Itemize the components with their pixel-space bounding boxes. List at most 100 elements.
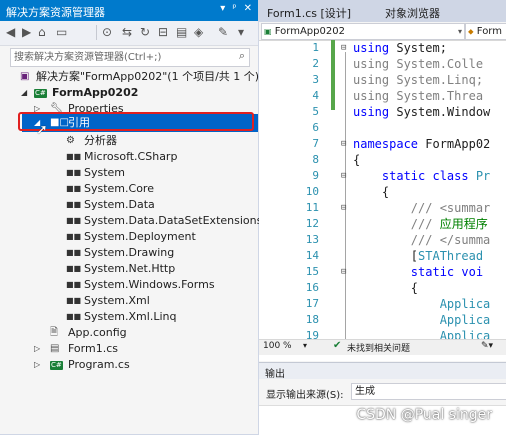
reference-item[interactable]: ■■ System.Xml [0,293,258,309]
csharp-project-icon: C# [34,89,47,98]
reference-item[interactable]: ■■ System.Core [0,181,258,197]
code-line[interactable]: 3 using System.Linq; [259,72,506,88]
line-number: 7 [312,137,319,150]
forward-icon[interactable]: ▶ [22,25,31,39]
show-all-files-icon[interactable]: ▤ [176,25,187,39]
brush-icon[interactable]: ✎▾ [481,341,493,351]
output-title: 输出 [265,369,285,380]
back-icon[interactable]: ◀ [6,25,15,39]
fold-toggle-icon[interactable]: ⊟ [341,200,346,216]
code-line[interactable]: 2 using System.Colle [259,56,506,72]
tree-analyzers[interactable]: ⚙ 分析器 [0,133,258,149]
code-area[interactable]: 1 ⊟ using System; 2 using System.Colle 3 using… [259,40,506,340]
tree-project[interactable]: ◢ C# FormApp0202 [0,85,258,101]
fold-toggle-icon[interactable]: ⊟ [341,264,346,280]
code-line[interactable]: 11 ⊟ /// <summar [259,200,506,216]
collapse-all-icon[interactable]: ⊟ [158,25,168,39]
code-token: static voi [410,265,484,279]
code-line[interactable]: 16 { [259,280,506,296]
code-line[interactable]: 8{ [259,152,506,168]
reference-item[interactable]: ■■ System.Xml.Linq [0,309,258,325]
reference-item[interactable]: ■■ System.Net.Http [0,261,258,277]
tree-program[interactable]: ▷ C# Program.cs [0,357,258,373]
collapse-arrow-icon[interactable]: ◢ [21,85,27,101]
tree-form1[interactable]: ▷ ▤ Form1.cs [0,341,258,357]
tab-form1-design[interactable]: Form1.cs [设计] [267,5,351,21]
zoom-chevron-icon[interactable]: ▾ [303,341,307,350]
reference-icon: ■■ [66,216,82,225]
code-line[interactable]: 9 ⊟ static class Pr [259,168,506,184]
search-input[interactable] [14,50,214,64]
code-line[interactable]: 5 using System.Window [259,104,506,120]
zoom-level[interactable]: 100 % [263,341,292,351]
reference-label: System.Windows.Forms [84,278,215,291]
fold-toggle-icon[interactable]: ⊟ [341,40,346,56]
tree-solution[interactable]: ▣ 解决方案"FormApp0202"(1 个项目/共 1 个) [0,69,259,85]
pin-icon[interactable]: ᵖ [232,3,236,14]
reference-icon: ■■ [66,296,82,305]
reference-label: System.Xml [84,294,150,307]
search-icon[interactable]: ⌕ [239,49,245,63]
toolbar-separator [96,25,97,40]
reference-item[interactable]: ■■ System.Data.DataSetExtensions [0,213,262,229]
close-icon[interactable]: ✕ [244,3,252,14]
line-number: 12 [305,217,319,230]
reference-icon: ■■ [66,152,82,161]
reference-icon: ■■ [66,168,82,177]
sync-icon[interactable]: ⇆ [122,25,132,39]
config-file-icon: 🗎︎ [50,327,59,338]
code-line[interactable]: 6 [259,120,506,136]
expand-arrow-icon[interactable]: ▷ [34,341,40,357]
reference-item[interactable]: ■■ System [0,165,258,181]
code-line[interactable]: 17 Applica [259,296,506,312]
code-line[interactable]: 1 ⊟ using System; [259,40,506,56]
reference-icon: ■■ [66,248,82,257]
reference-item[interactable]: ■■ System.Data [0,197,258,213]
line-number: 18 [305,313,319,326]
expand-arrow-icon[interactable]: ▷ [34,357,40,373]
switch-views-icon[interactable]: ▭ [56,25,67,39]
reference-item[interactable]: ■■ System.Drawing [0,245,258,261]
code-line[interactable]: 10 { [259,184,506,200]
code-line[interactable]: 7 ⊟ namespace FormApp02 [259,136,506,152]
type-dropdown[interactable]: ⬥ Form [465,23,506,40]
toolbar-more-icon[interactable]: ▾ [238,25,244,39]
reference-item[interactable]: ■■ System.Deployment [0,229,258,245]
chevron-down-icon: ▾ [457,27,462,36]
code-token: using [353,41,390,55]
code-line[interactable]: 4 using System.Threa [259,88,506,104]
tree-app-config[interactable]: 🗎︎ App.config [0,325,258,341]
line-number: 13 [305,233,319,246]
solution-explorer-search[interactable]: ⌕ [10,48,250,67]
reference-label: System.Data.DataSetExtensions [84,214,263,227]
analyzers-label: 分析器 [84,134,117,147]
fold-toggle-icon[interactable]: ⊟ [341,168,346,184]
code-line[interactable]: 14 [STAThread [259,248,506,264]
reference-item[interactable]: ■■ System.Windows.Forms [0,277,258,293]
code-line[interactable]: 13 /// </summa [259,232,506,248]
reference-icon: ■■ [66,312,82,321]
line-number: 5 [312,105,319,118]
tab-object-browser[interactable]: 对象浏览器 [385,5,440,21]
solution-icon: ▣ [20,71,30,82]
output-source-dropdown[interactable]: 生成 [351,383,506,400]
dropdown-icon[interactable]: ▾ [220,3,225,14]
code-token: Applica [439,297,491,311]
issues-status: 未找到相关问题 [347,344,411,354]
preview-icon[interactable]: ◈ [194,25,203,39]
reference-label: Microsoft.CSharp [84,150,178,163]
reference-label: System.Data [84,198,155,211]
project-dropdown[interactable]: ▣ FormApp0202 ▾ [261,23,465,40]
properties-wrench-icon[interactable]: ✎ [218,25,228,39]
code-token: Applica [439,313,491,327]
pending-changes-icon[interactable]: ⊙ [102,25,112,39]
code-line[interactable]: 18 Applica [259,312,506,328]
refresh-icon[interactable]: ↻ [140,25,150,39]
project-label: FormApp0202 [52,86,139,99]
code-line[interactable]: 12 /// 应用程序 [259,216,506,232]
code-token: namespace [353,137,419,151]
home-icon[interactable]: ⌂ [38,25,46,39]
reference-item[interactable]: ■■ Microsoft.CSharp [0,149,258,165]
fold-toggle-icon[interactable]: ⊟ [341,136,346,152]
code-line[interactable]: 15 ⊟ static voi [259,264,506,280]
